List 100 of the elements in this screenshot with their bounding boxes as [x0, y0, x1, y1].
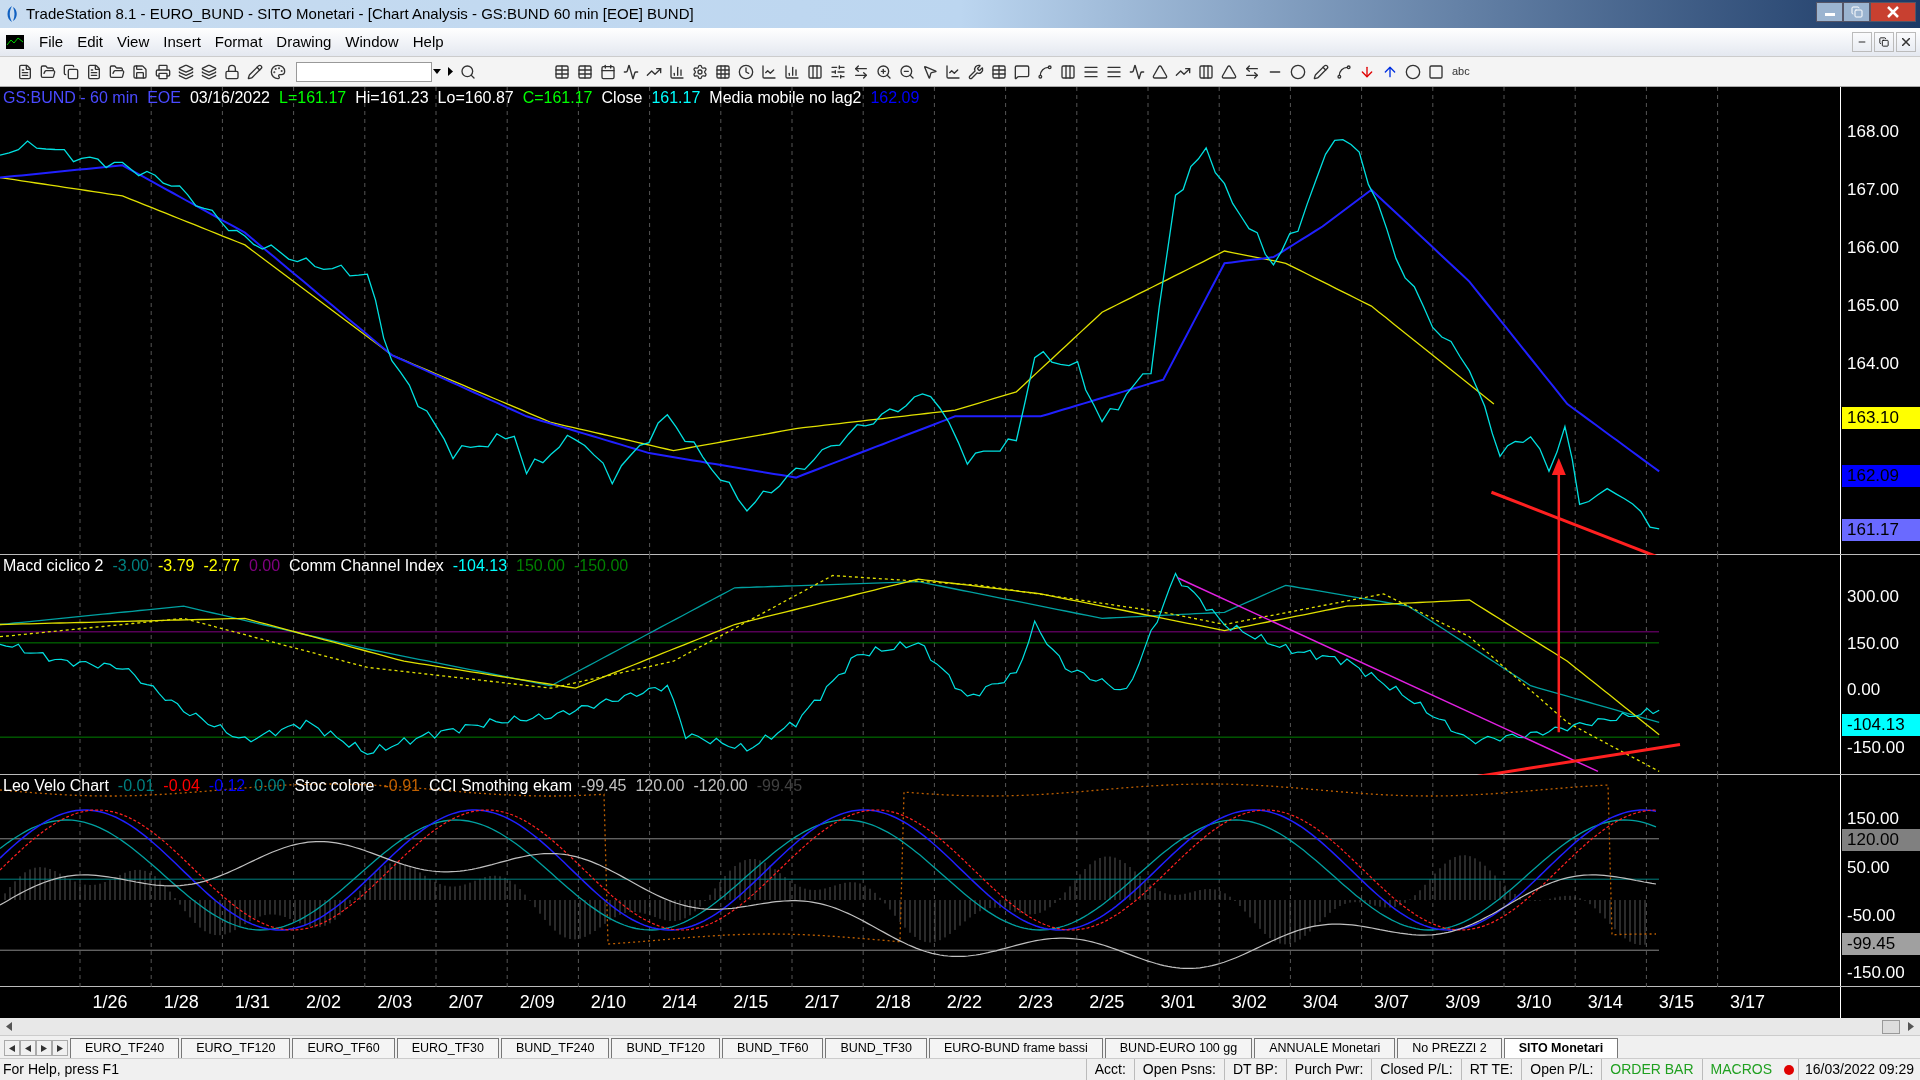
legend-text: -0.04	[163, 776, 200, 796]
legend-text: Lo=160.87	[437, 88, 514, 108]
axis-label: 2/14	[662, 992, 698, 1012]
axis-label: 2/10	[590, 992, 626, 1012]
status-field: RT TE:	[1460, 1059, 1522, 1080]
axis-label: 3/17	[1730, 992, 1766, 1012]
legend-text: -3.00	[112, 556, 149, 576]
value-marker: -104.13	[1842, 714, 1920, 736]
legend-text: -0.91	[383, 776, 420, 796]
axis-label: 2/17	[804, 992, 840, 1012]
close-icon[interactable]	[1902, 38, 1910, 46]
axis-label: 3/10	[1516, 992, 1552, 1012]
axis-label: 2/02	[306, 992, 342, 1012]
axis-label: -150.00	[1847, 964, 1905, 982]
legend-text: Media mobile no lag2	[709, 88, 862, 108]
axis-label: 3/14	[1587, 992, 1623, 1012]
sheet-tab[interactable]: EURO_TF30	[396, 1038, 499, 1058]
legend-text: Hi=161.23	[355, 88, 429, 108]
tab-scroll-last-icon[interactable]	[52, 1040, 68, 1056]
legend-text: CCI Smothing ekam	[428, 776, 573, 796]
close-button[interactable]	[1896, 32, 1916, 52]
tab-scroll-prev-icon[interactable]	[20, 1040, 36, 1056]
menu-item[interactable]: Edit	[70, 30, 111, 54]
axis-label: 168.00	[1847, 123, 1899, 141]
scroll-thumb[interactable]	[1882, 1019, 1900, 1034]
axis-label: 2/15	[733, 992, 769, 1012]
symbol-combo-field[interactable]	[296, 61, 432, 82]
menu-item[interactable]: File	[32, 30, 71, 54]
legend-text: C=161.17	[522, 88, 593, 108]
legend-text: Comm Channel Index	[289, 556, 444, 576]
menu-item[interactable]: Insert	[156, 30, 208, 54]
tab-scroll-next-icon[interactable]	[36, 1040, 52, 1056]
sheet-tab[interactable]: BUND_TF60	[721, 1038, 824, 1058]
sheet-tab[interactable]: BUND_TF120	[611, 1038, 720, 1058]
legend-text: -0.12	[208, 776, 246, 796]
axis-label: 2/23	[1018, 992, 1054, 1012]
menu-item[interactable]: View	[110, 30, 157, 54]
status-datetime: 16/03/2022 09:29	[1798, 1059, 1920, 1080]
sheet-tab[interactable]: EURO-BUND frame bassi	[929, 1038, 1103, 1058]
scroll-left-icon[interactable]	[6, 1022, 12, 1031]
legend-text: -2.77	[203, 556, 240, 576]
axis-label: 2/18	[875, 992, 911, 1012]
text-tool-button[interactable]: abc	[1452, 63, 1470, 80]
legend-text: -99.45	[581, 776, 627, 796]
window-title: TradeStation 8.1 - EURO_BUND - SITO Monetari - [Chart Analysis - GS:BUND 60 min [EOE] BUND]	[26, 3, 694, 24]
value-marker: 161.17	[1842, 519, 1920, 541]
axis-label: -50.00	[1847, 907, 1896, 925]
tab-scroll-first-icon[interactable]	[4, 1040, 20, 1056]
legend-text: 03/16/2022	[189, 88, 270, 108]
status-field: Closed P/L:	[1371, 1059, 1461, 1080]
minimize-button[interactable]	[1816, 2, 1843, 22]
sheet-tab[interactable]: EURO_TF120	[181, 1038, 291, 1058]
menu-item[interactable]: Window	[338, 30, 406, 54]
legend-text: 150.00	[516, 556, 565, 576]
axis-label: 167.00	[1847, 180, 1899, 199]
menu-item[interactable]: Drawing	[269, 30, 339, 54]
axis-label: 1/31	[234, 992, 270, 1012]
axis-label: 164.00	[1847, 354, 1899, 373]
legend-text: -3.79	[157, 556, 195, 576]
axis-label: 150.00	[1847, 634, 1899, 653]
sheet-tab[interactable]: EURO_TF240	[70, 1038, 180, 1058]
legend-text: -0.01	[117, 776, 155, 796]
value-marker: -99.45	[1842, 933, 1920, 955]
legend-text: Macd ciclico 2	[3, 556, 104, 576]
status-field: Purch Pwr:	[1285, 1059, 1372, 1080]
menu-item[interactable]: Help	[405, 30, 451, 54]
horizontal-scrollbar[interactable]	[0, 1018, 1920, 1036]
axis-label: 150.00	[1847, 810, 1899, 828]
legend-text: L=161.17	[279, 88, 347, 108]
status-field: DT BP:	[1223, 1059, 1286, 1080]
axis-label: 3/09	[1445, 992, 1481, 1012]
scroll-right-icon[interactable]	[1908, 1022, 1914, 1031]
axis-label: -150.00	[1847, 739, 1905, 757]
menu-item[interactable]: Format	[207, 30, 270, 54]
axis-label: 3/01	[1160, 992, 1196, 1012]
sheet-tab[interactable]: EURO_TF60	[292, 1038, 395, 1058]
axis-label: 3/15	[1658, 992, 1694, 1012]
legend-text: Close	[601, 88, 643, 108]
maximize-button[interactable]	[1843, 2, 1870, 22]
legend-text: 162.09	[870, 88, 920, 108]
restore-button[interactable]	[1874, 32, 1894, 52]
legend-text: 161.17	[651, 88, 701, 108]
status-field: Acct:	[1085, 1059, 1134, 1080]
axis-label: 2/07	[448, 992, 484, 1012]
sheet-tab[interactable]: BUND_TF240	[500, 1038, 610, 1058]
axis-label: 1/28	[163, 992, 199, 1012]
sheet-tab[interactable]: ANNUALE Monetari	[1254, 1038, 1396, 1058]
axis-label: 1/26	[92, 992, 128, 1012]
help-text: For Help, press F1	[3, 1060, 119, 1079]
status-field: Open Psns:	[1133, 1059, 1224, 1080]
value-marker: 120.00	[1842, 829, 1920, 851]
close-button[interactable]	[1870, 2, 1916, 22]
sheet-tab[interactable]: No PREZZI 2	[1397, 1038, 1502, 1058]
legend-text: 0.00	[254, 776, 286, 796]
sheet-tab[interactable]: SITO Monetari	[1503, 1038, 1619, 1058]
legend-text: EOE	[147, 88, 181, 108]
sheet-tab[interactable]: BUND_TF30	[825, 1038, 927, 1058]
restore-icon[interactable]	[1879, 37, 1889, 47]
legend-text: GS:BUND - 60 min	[3, 88, 139, 108]
sheet-tab[interactable]: BUND-EURO 100 gg	[1104, 1038, 1253, 1058]
